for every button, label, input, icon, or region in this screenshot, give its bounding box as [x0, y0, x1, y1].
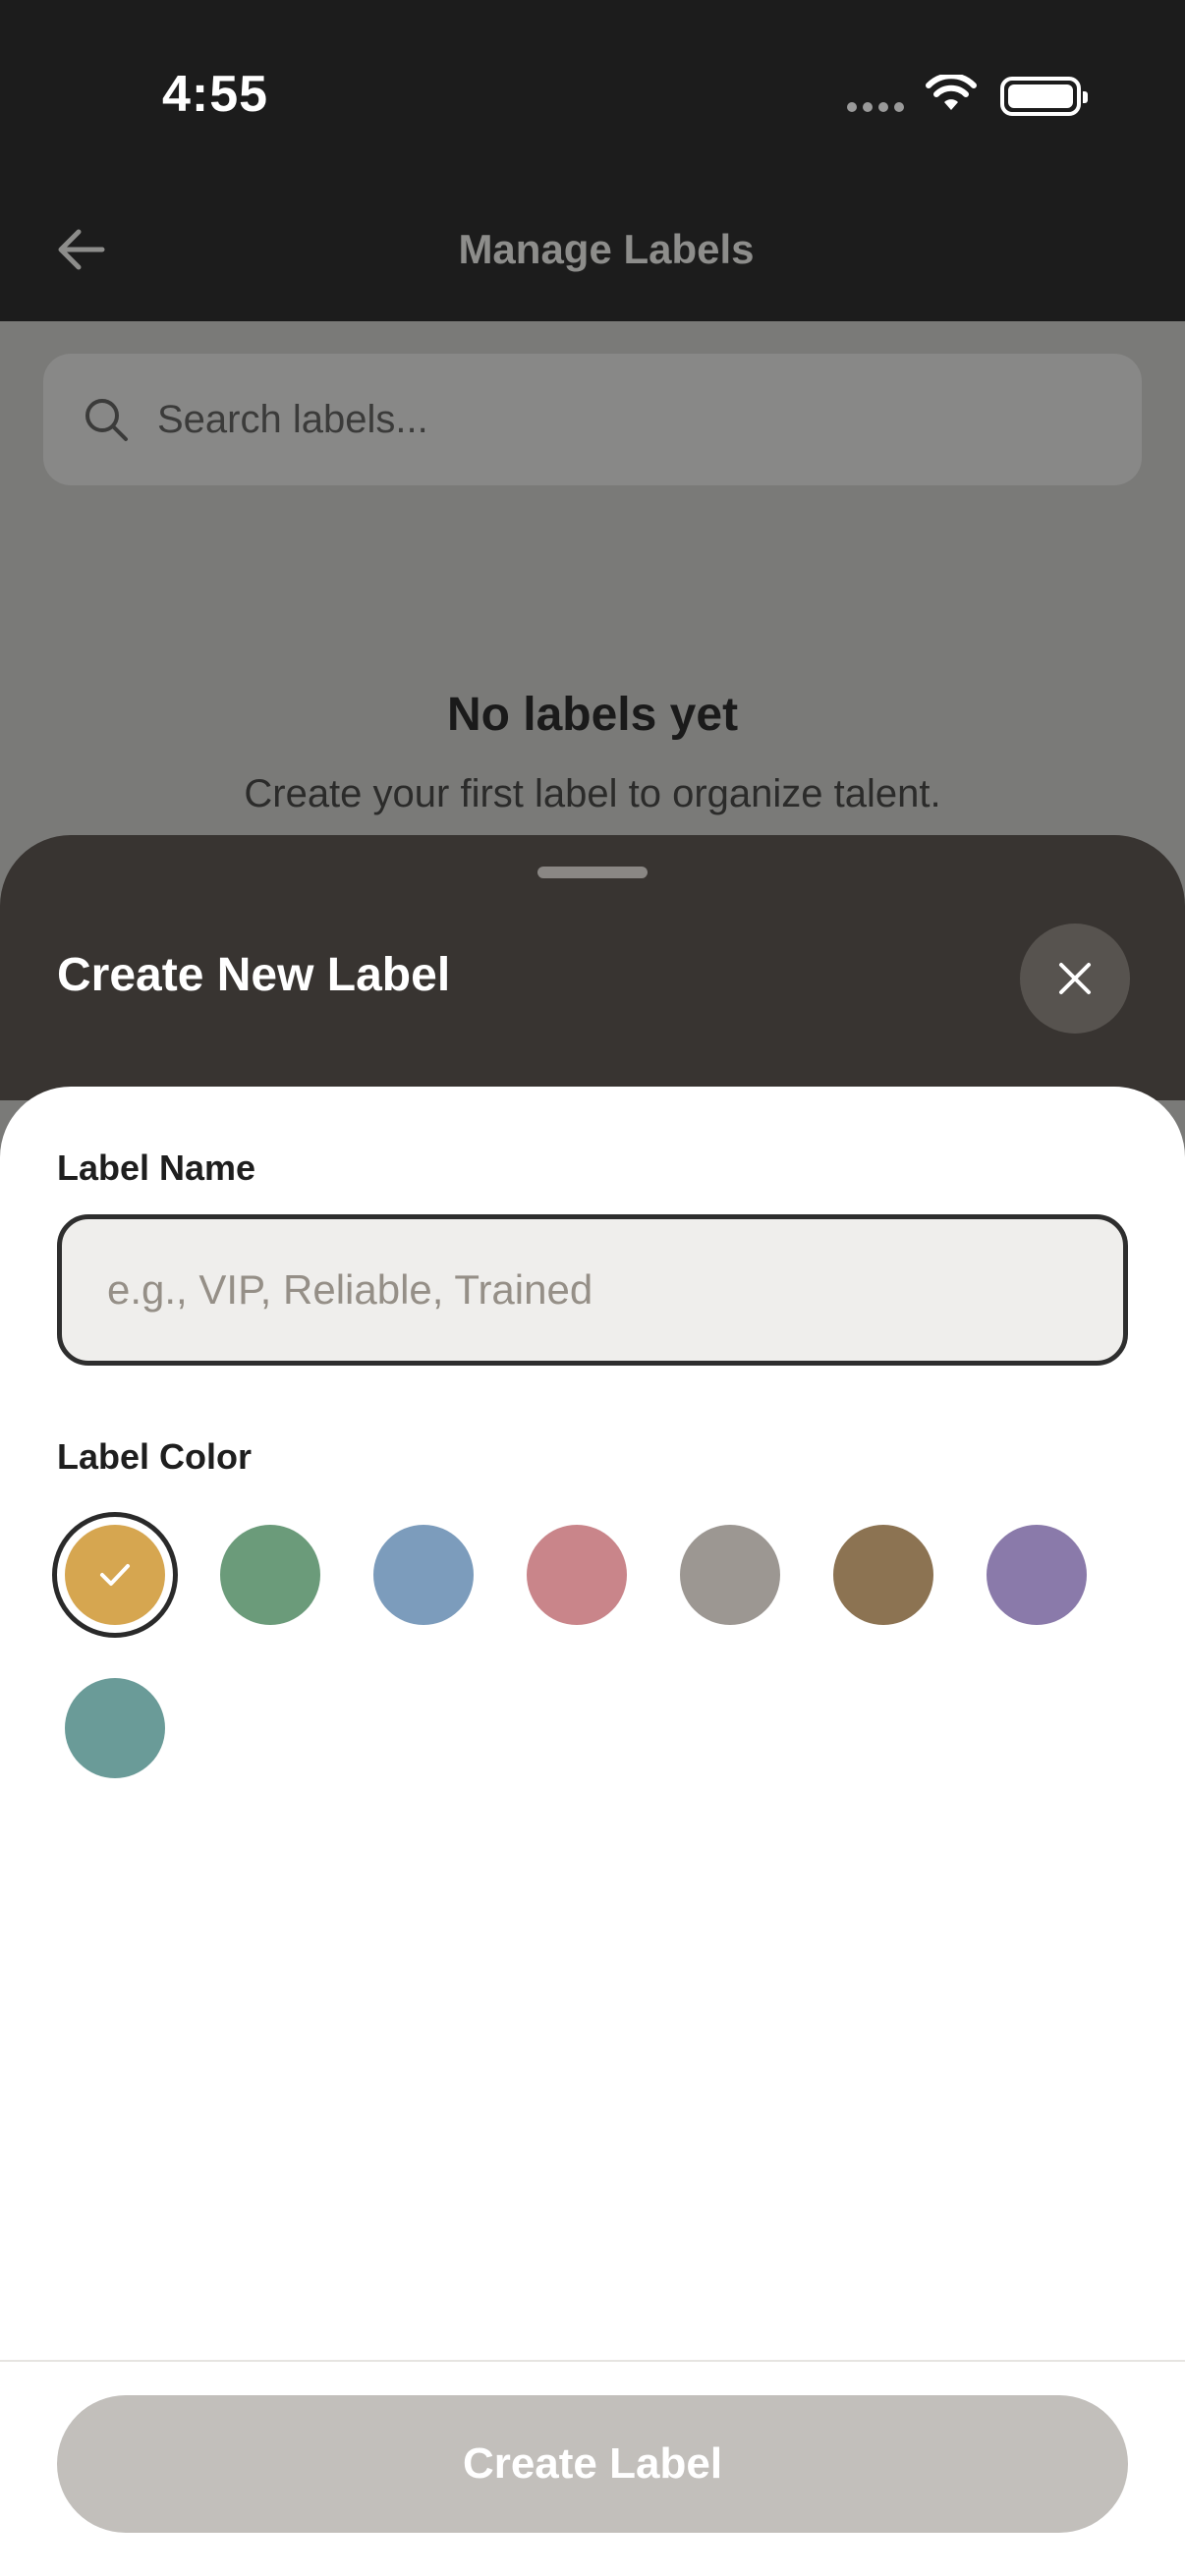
sheet-grabber[interactable]: [537, 867, 648, 878]
search-icon: [85, 399, 128, 441]
sheet-header: Create New Label: [0, 835, 1185, 1100]
search-bar[interactable]: Search labels...: [43, 354, 1142, 485]
empty-state-subtitle: Create your first label to organize tale…: [244, 772, 941, 815]
status-time: 4:55: [162, 66, 269, 123]
battery-icon: [1000, 77, 1088, 116]
page-title: Manage Labels: [458, 226, 755, 272]
close-button[interactable]: [1020, 924, 1130, 1034]
sheet-body: Label Name Label Color: [0, 1087, 1185, 2576]
checkmark-icon: [100, 1564, 130, 1586]
color-swatch-teal[interactable]: [65, 1678, 165, 1778]
color-swatch-purple[interactable]: [987, 1525, 1087, 1625]
color-swatch-blue[interactable]: [373, 1525, 474, 1625]
label-color-heading: Label Color: [57, 1436, 253, 1477]
app-header: 4:55 Manage Labels: [0, 0, 1185, 321]
label-name-input[interactable]: [57, 1214, 1128, 1366]
empty-state-title: No labels yet: [446, 689, 739, 741]
sheet-title: Create New Label: [57, 949, 451, 1001]
cellular-signal-icon: [847, 102, 904, 112]
close-icon: [1059, 963, 1091, 994]
color-swatch-gray[interactable]: [680, 1525, 780, 1625]
label-name-heading: Label Name: [57, 1148, 256, 1188]
footer-divider: [0, 2360, 1185, 2362]
color-swatch-pink[interactable]: [527, 1525, 627, 1625]
color-swatch-brown[interactable]: [833, 1525, 933, 1625]
color-swatch-gold[interactable]: [52, 1512, 178, 1638]
search-placeholder: Search labels...: [157, 397, 428, 441]
create-label-button[interactable]: Create Label: [57, 2395, 1128, 2533]
wifi-icon: [926, 75, 977, 110]
color-swatch-green[interactable]: [220, 1525, 320, 1625]
